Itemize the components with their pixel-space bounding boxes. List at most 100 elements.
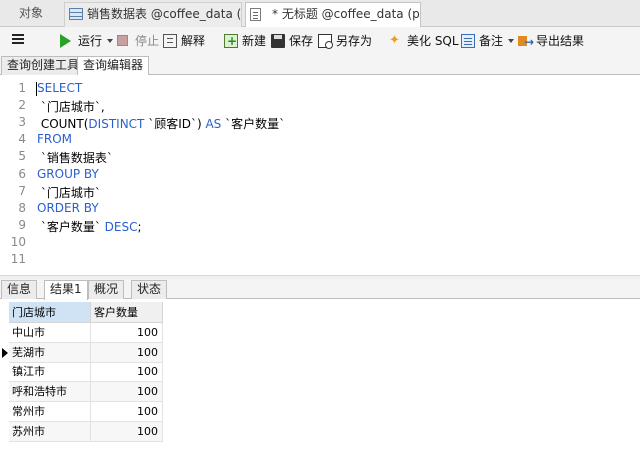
document-tab-bar: 对象 销售数据表 @coffee_data (p... * 无标题 @coffe… [0,0,640,28]
chevron-down-icon[interactable] [107,39,113,43]
query-icon [250,8,261,21]
tab-query-editor[interactable]: 查询编辑器 [77,56,150,76]
cell-customer-count[interactable]: 100 [91,382,163,403]
sql-text: `客户数量` [37,219,105,234]
stop-icon [117,35,128,46]
cell-customer-count[interactable]: 100 [91,421,163,442]
sql-editor[interactable]: 1 SELECT 2 `门店城市`, 3 COUNT(DISTINCT `顾客ID`)… [0,75,640,275]
sql-text: `门店城市`, [37,100,105,115]
tab-sales-label: 销售数据表 @coffee_data (p... [87,7,242,21]
cell-customer-count[interactable]: 100 [91,401,163,422]
editor-mode-tabs: 查询创建工具 查询编辑器 [0,54,640,76]
export-results-button[interactable]: 导出结果 [518,31,585,52]
save-as-icon [318,34,333,49]
cell-city[interactable]: 呼和浩特市 [9,382,91,403]
tab-query-builder[interactable]: 查询创建工具 [1,56,86,75]
column-header-city[interactable]: 门店城市 [9,302,91,323]
tab-profile[interactable]: 概况 [88,280,125,299]
menu-icon[interactable] [12,34,24,36]
line-number: 6 [18,166,26,181]
tab-info[interactable]: 信息 [1,280,38,299]
note-button[interactable]: 备注 [461,31,515,51]
table-row[interactable]: 苏州市 100 [9,421,163,442]
explain-icon [163,34,177,48]
result-tabs: 信息 结果1 概况 状态 [0,279,640,300]
sql-text: `门店城市` [37,185,101,200]
new-button[interactable]: 新建 [224,31,266,51]
cell-customer-count[interactable]: 100 [91,362,163,383]
explain-button[interactable]: 解释 [163,31,207,51]
cell-city[interactable]: 芜湖市 [9,342,91,363]
sql-keyword: SELECT [37,81,83,95]
table-row[interactable]: 芜湖市 100 [9,342,163,363]
table-row[interactable]: 常州市 100 [9,401,163,422]
tab-objects[interactable]: 对象 [0,2,62,27]
beautify-label: 美化 SQL [407,34,459,48]
line-number: 4 [18,132,26,147]
beautify-sql-button[interactable]: ✦ 美化 SQL [389,31,459,51]
column-header-customer-count[interactable]: 客户数量 [91,302,163,323]
code-line: GROUP BY [37,167,99,181]
sql-keyword: DESC [104,219,138,234]
sql-text: `客户数量` [221,117,286,132]
tab-untitled-query[interactable]: * 无标题 @coffee_data (pac... [245,2,421,28]
line-number: 1 [18,81,26,95]
note-icon [461,34,475,48]
table-row[interactable]: 呼和浩特市 100 [9,382,163,403]
sql-keyword: ORDER BY [37,200,99,215]
tab-result1[interactable]: 结果1 [44,280,88,300]
sql-text: COUNT( [37,117,89,132]
run-button[interactable]: 运行 [60,31,116,51]
stop-button[interactable]: 停止 [117,31,159,51]
result-grid[interactable]: 门店城市 客户数量 中山市 100 芜湖市 100 镇江市 100 呼和浩特市 100 常州市 1… [0,300,640,455]
code-line: COUNT(DISTINCT `顾客ID`) AS `客户数量` [37,115,285,132]
code-line: `客户数量` DESC; [37,218,142,235]
chevron-down-icon[interactable] [508,39,514,43]
sql-text: ; [137,219,142,234]
sql-keyword: FROM [37,132,73,147]
save-button[interactable]: 保存 [271,31,313,51]
code-line: `门店城市` [37,184,101,201]
cell-city[interactable]: 苏州市 [9,421,91,442]
tab-sales-table[interactable]: 销售数据表 @coffee_data (p... [64,2,242,27]
line-number: 2 [18,98,26,113]
cell-city[interactable]: 中山市 [9,323,91,343]
cell-city[interactable]: 镇江市 [9,362,91,383]
query-toolbar: 运行 停止 解释 新建 保存 另存为 ✦ 美化 SQL 备注 导出结果 [0,27,640,54]
line-number: 7 [18,183,26,198]
explain-label: 解释 [181,34,206,48]
line-number: 3 [18,115,26,130]
line-number: 11 [10,252,26,266]
save-as-label: 另存为 [336,34,373,48]
text-cursor [36,82,37,96]
cell-customer-count[interactable]: 100 [91,342,163,363]
export-icon [518,32,534,52]
save-as-button[interactable]: 另存为 [318,31,372,51]
note-label: 备注 [479,34,504,48]
current-row-indicator-icon [2,347,8,358]
line-number: 5 [18,149,26,164]
export-label: 导出结果 [536,34,585,48]
table-row[interactable]: 镇江市 100 [9,362,163,383]
tab-status[interactable]: 状态 [131,280,168,299]
sql-text: `顾客ID`) [144,117,206,132]
play-icon [60,34,71,48]
line-number: 10 [10,234,26,249]
cell-city[interactable]: 常州市 [9,401,91,422]
new-query-icon [224,31,238,51]
tab-query-label: * 无标题 @coffee_data (pac... [272,7,420,21]
line-number: 8 [18,200,26,215]
grid-header: 门店城市 客户数量 [9,302,163,323]
code-line: SELECT [37,81,82,95]
magic-wand-icon: ✦ [389,33,400,48]
line-number: 9 [18,217,26,232]
code-line: `销售数据表` [37,149,113,166]
save-icon [271,34,285,48]
sql-keyword: GROUP BY [37,166,99,181]
sql-keyword: DISTINCT [88,117,145,132]
table-row[interactable]: 中山市 100 [9,323,163,343]
cell-customer-count[interactable]: 100 [91,323,163,343]
new-label: 新建 [242,34,267,48]
sql-text: `销售数据表` [37,151,113,166]
code-line: ORDER BY [37,201,99,215]
